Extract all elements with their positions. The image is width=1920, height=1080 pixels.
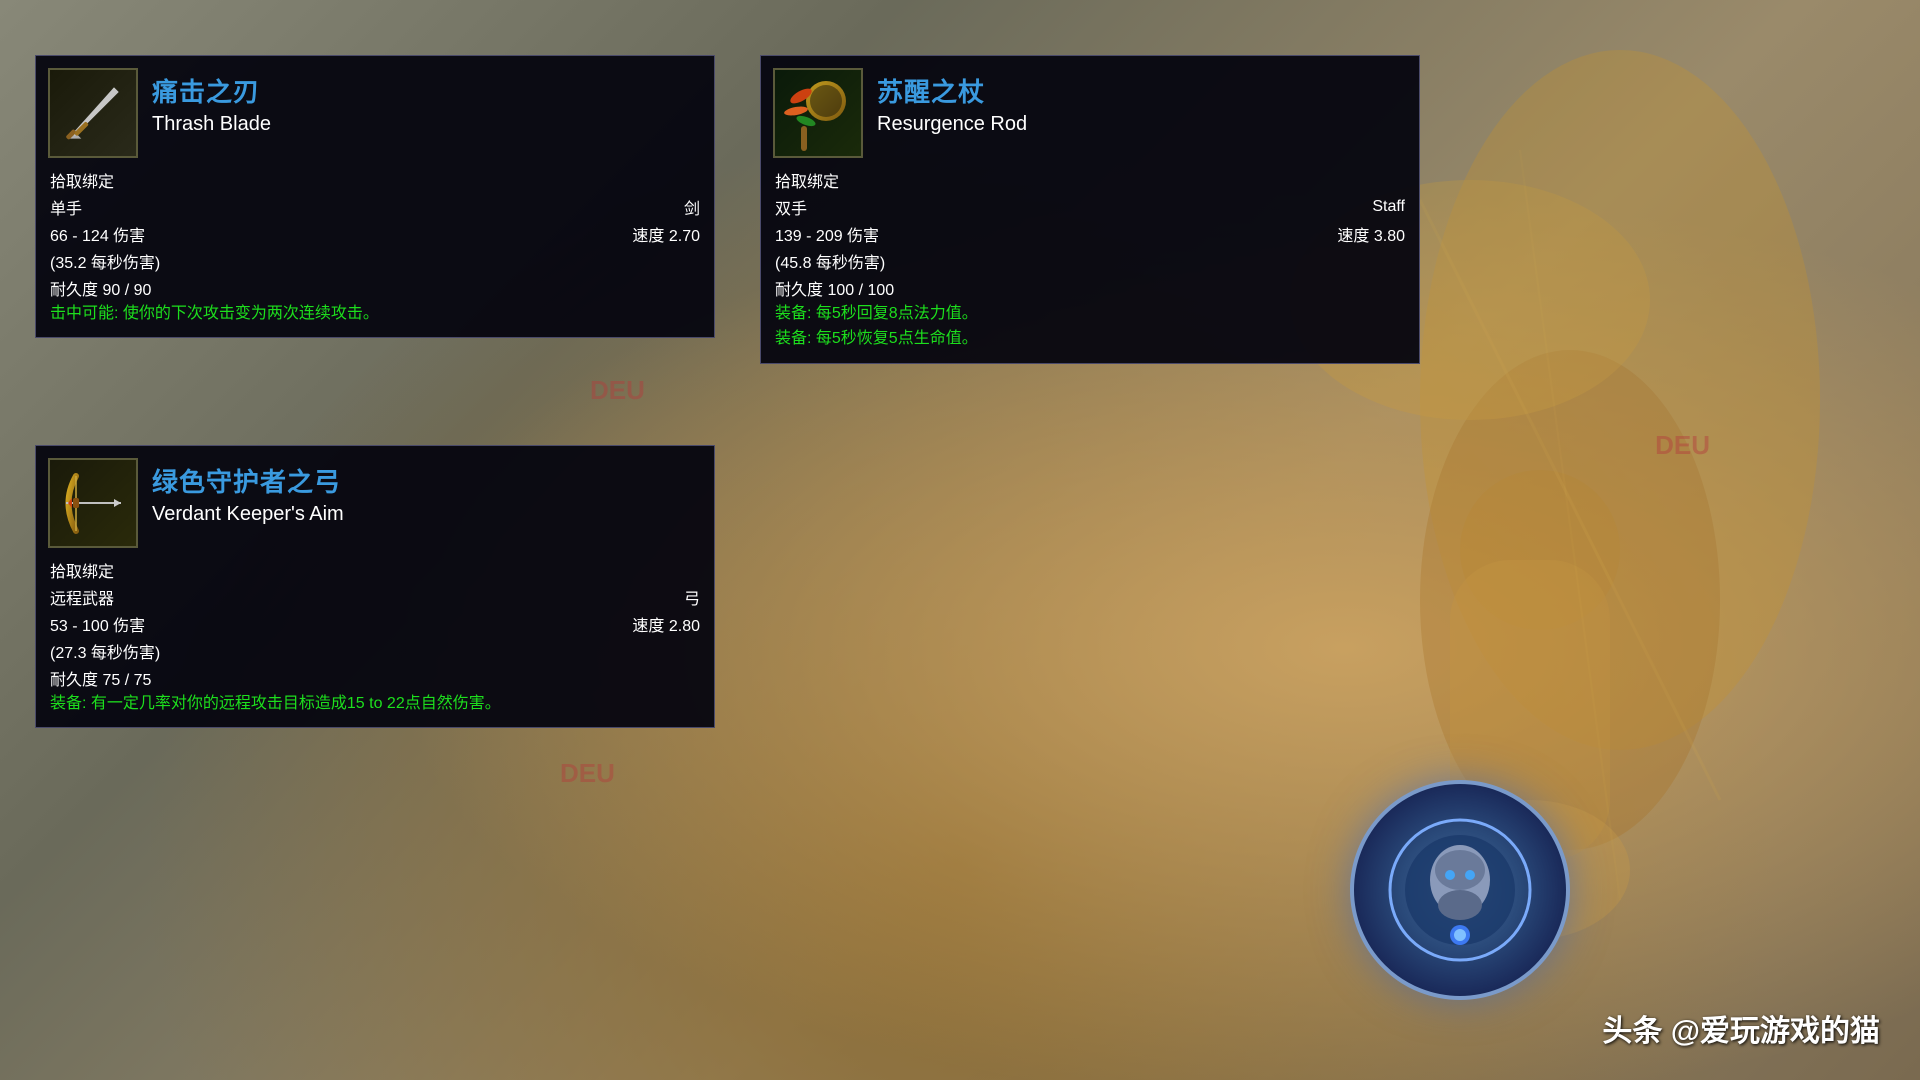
item-damage-1: 66 - 124 伤害 — [50, 222, 145, 246]
item-icon-resurgence-rod — [773, 68, 863, 158]
item-type-2: Staff — [1372, 198, 1405, 216]
item-damage-2: 139 - 209 伤害 — [775, 222, 879, 246]
item-bind-2: 拾取绑定 — [775, 168, 1405, 192]
item-equip-3: 装备: 有一定几率对你的远程攻击目标造成15 to 22点自然伤害。 — [50, 693, 700, 715]
item-hand-1: 单手 — [50, 195, 82, 219]
item-dps-3: (27.3 每秒伤害) — [50, 639, 700, 663]
item-equip2-2: 装备: 每5秒恢复5点生命值。 — [775, 328, 1405, 350]
item-speed-1: 速度 2.70 — [632, 222, 700, 246]
tooltip-resurgence-rod: 苏醒之杖 Resurgence Rod 拾取绑定 双手 Staff 139 - … — [760, 55, 1420, 364]
item-durability-1: 耐久度 90 / 90 — [50, 276, 700, 300]
bg-medallion — [1350, 780, 1570, 1000]
item-hand-3: 远程武器 — [50, 585, 114, 609]
item-dps-2: (45.8 每秒伤害) — [775, 249, 1405, 273]
item-damage-3: 53 - 100 伤害 — [50, 612, 145, 636]
item-speed-3: 速度 2.80 — [632, 612, 700, 636]
item-type-1: 剑 — [684, 195, 700, 219]
tooltip-thrash-blade: 痛击之刃 Thrash Blade 拾取绑定 单手 剑 66 - 124 伤害 … — [35, 55, 715, 338]
item-name-en-3: Verdant Keeper's Aim — [152, 503, 702, 526]
item-dps-1: (35.2 每秒伤害) — [50, 249, 700, 273]
item-name-cn-3: 绿色守护者之弓 — [152, 462, 702, 499]
item-name-en-2: Resurgence Rod — [877, 113, 1407, 136]
item-type-3: 弓 — [684, 585, 700, 609]
item-durability-2: 耐久度 100 / 100 — [775, 276, 1405, 300]
item-bind-3: 拾取绑定 — [50, 558, 700, 582]
item-hand-2: 双手 — [775, 195, 807, 219]
footer-text: 头条 @爱玩游戏的猫 — [1602, 1006, 1880, 1050]
item-icon-verdant-bow — [48, 458, 138, 548]
item-equip-1: 击中可能: 使你的下次攻击变为两次连续攻击。 — [50, 303, 700, 325]
item-name-cn-2: 苏醒之杖 — [877, 72, 1407, 109]
item-icon-thrash-blade — [48, 68, 138, 158]
item-name-en-1: Thrash Blade — [152, 113, 702, 136]
item-bind-1: 拾取绑定 — [50, 168, 700, 192]
tooltip-verdant-bow: 绿色守护者之弓 Verdant Keeper's Aim 拾取绑定 远程武器 弓… — [35, 445, 715, 728]
item-equip1-2: 装备: 每5秒回复8点法力值。 — [775, 303, 1405, 325]
item-name-cn-1: 痛击之刃 — [152, 72, 702, 109]
item-speed-2: 速度 3.80 — [1337, 222, 1405, 246]
item-durability-3: 耐久度 75 / 75 — [50, 666, 700, 690]
